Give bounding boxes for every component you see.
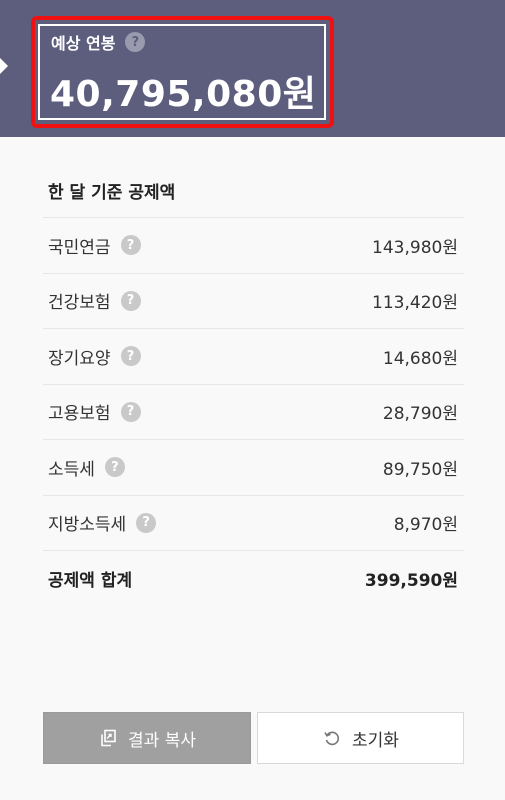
copy-icon <box>98 728 118 748</box>
deduction-value: 28,790원 <box>382 404 458 425</box>
deduction-total-row: 공제액 합계 399,590원 <box>43 550 464 606</box>
deduction-label: 고용보험 <box>48 404 111 425</box>
annual-salary-value: 40,795,080원 <box>50 74 317 115</box>
copy-result-button[interactable]: 결과 복사 <box>43 712 251 764</box>
reset-button[interactable]: 초기화 <box>257 712 464 764</box>
deduction-label: 장기요양 <box>48 348 111 369</box>
question-circle-icon[interactable]: ? <box>120 401 141 422</box>
deduction-row-national-pension: 국민연금 ? 143,980원 <box>43 217 464 273</box>
salary-header: 예상 연봉 ? 40,795,080원 <box>0 0 505 137</box>
deduction-label: 국민연금 <box>48 237 111 258</box>
deduction-value: 14,680원 <box>382 348 458 369</box>
deduction-value: 143,980원 <box>372 237 458 258</box>
copy-button-label: 결과 복사 <box>128 730 196 751</box>
deduction-row-employment-insurance: 고용보험 ? 28,790원 <box>43 383 464 440</box>
question-circle-icon[interactable]: ? <box>104 457 125 478</box>
deduction-value: 8,970원 <box>393 515 458 536</box>
header-pointer-arrow <box>0 58 8 74</box>
deductions-list: 국민연금 ? 143,980원 건강보험 ? 113,420원 장기요양 ? 1… <box>43 217 464 606</box>
deduction-row-long-term-care: 장기요양 ? 14,680원 <box>43 328 464 384</box>
question-circle-icon[interactable]: ? <box>120 346 141 367</box>
deduction-value: 113,420원 <box>372 293 458 314</box>
deduction-label: 지방소득세 <box>48 515 127 536</box>
reset-button-label: 초기화 <box>352 730 399 751</box>
question-circle-icon[interactable]: ? <box>120 290 141 311</box>
question-circle-icon[interactable]: ? <box>136 512 157 533</box>
reset-icon <box>322 728 342 748</box>
deduction-row-health-insurance: 건강보험 ? 113,420원 <box>43 272 464 329</box>
question-circle-icon[interactable]: ? <box>120 235 141 256</box>
deduction-row-income-tax: 소득세 ? 89,750원 <box>43 439 464 495</box>
question-circle-icon[interactable]: ? <box>125 32 146 52</box>
deduction-label: 소득세 <box>48 459 95 480</box>
total-label: 공제액 합계 <box>48 570 133 591</box>
deduction-label: 건강보험 <box>48 293 111 314</box>
deduction-row-local-income-tax: 지방소득세 ? 8,970원 <box>43 494 464 551</box>
salary-label-group: 예상 연봉 ? <box>51 31 146 53</box>
salary-label: 예상 연봉 <box>51 34 116 53</box>
deductions-title: 한 달 기준 공제액 <box>48 183 176 203</box>
total-value: 399,590원 <box>364 570 458 591</box>
deduction-value: 89,750원 <box>382 459 458 480</box>
